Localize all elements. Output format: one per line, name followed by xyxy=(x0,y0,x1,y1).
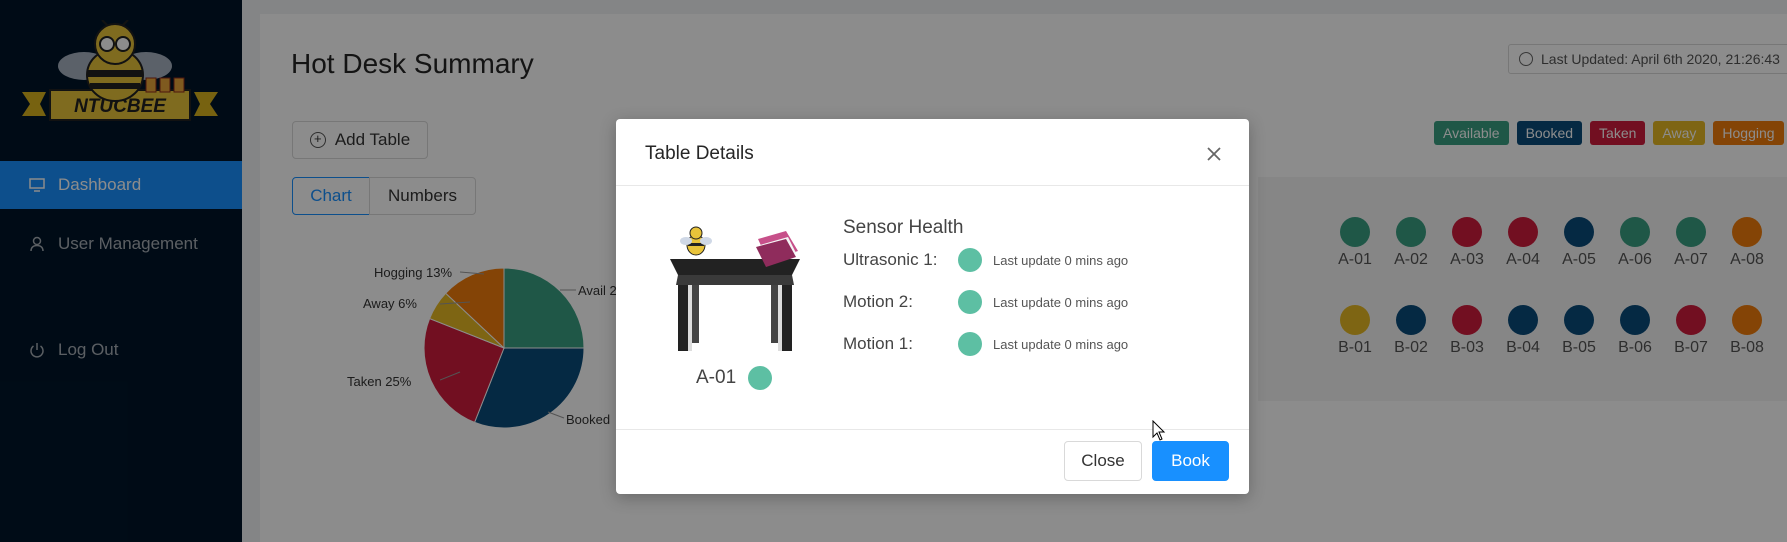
sensor-status-dot xyxy=(958,332,982,356)
sensor-row: Motion 1: Last update 0 mins ago xyxy=(843,329,1128,359)
sensor-update-text: Last update 0 mins ago xyxy=(993,252,1129,268)
table-id: A-01 xyxy=(696,367,737,388)
close-icon[interactable] xyxy=(1203,143,1225,165)
sensor-row: Motion 2: Last update 0 mins ago xyxy=(843,287,1128,317)
sensor-status-dot xyxy=(958,290,982,314)
close-button[interactable]: Close xyxy=(1064,441,1142,481)
mouse-cursor-icon xyxy=(1152,419,1166,442)
sensor-health-title: Sensor Health xyxy=(843,217,964,238)
table-status-dot xyxy=(748,366,772,390)
sensor-row: Ultrasonic 1: Last update 0 mins ago xyxy=(843,245,1128,275)
sensor-name: Motion 1: xyxy=(843,334,913,353)
modal-title: Table Details xyxy=(645,143,754,164)
sensor-update-text: Last update 0 mins ago xyxy=(993,294,1129,310)
book-button[interactable]: Book xyxy=(1152,441,1229,481)
sensor-name: Motion 2: xyxy=(843,292,913,311)
sensor-update-text: Last update 0 mins ago xyxy=(993,336,1129,352)
modal-header: Table Details xyxy=(616,119,1249,186)
desk-illustration xyxy=(660,225,810,355)
sensor-status-dot xyxy=(958,248,982,272)
sensor-name: Ultrasonic 1: xyxy=(843,250,938,269)
